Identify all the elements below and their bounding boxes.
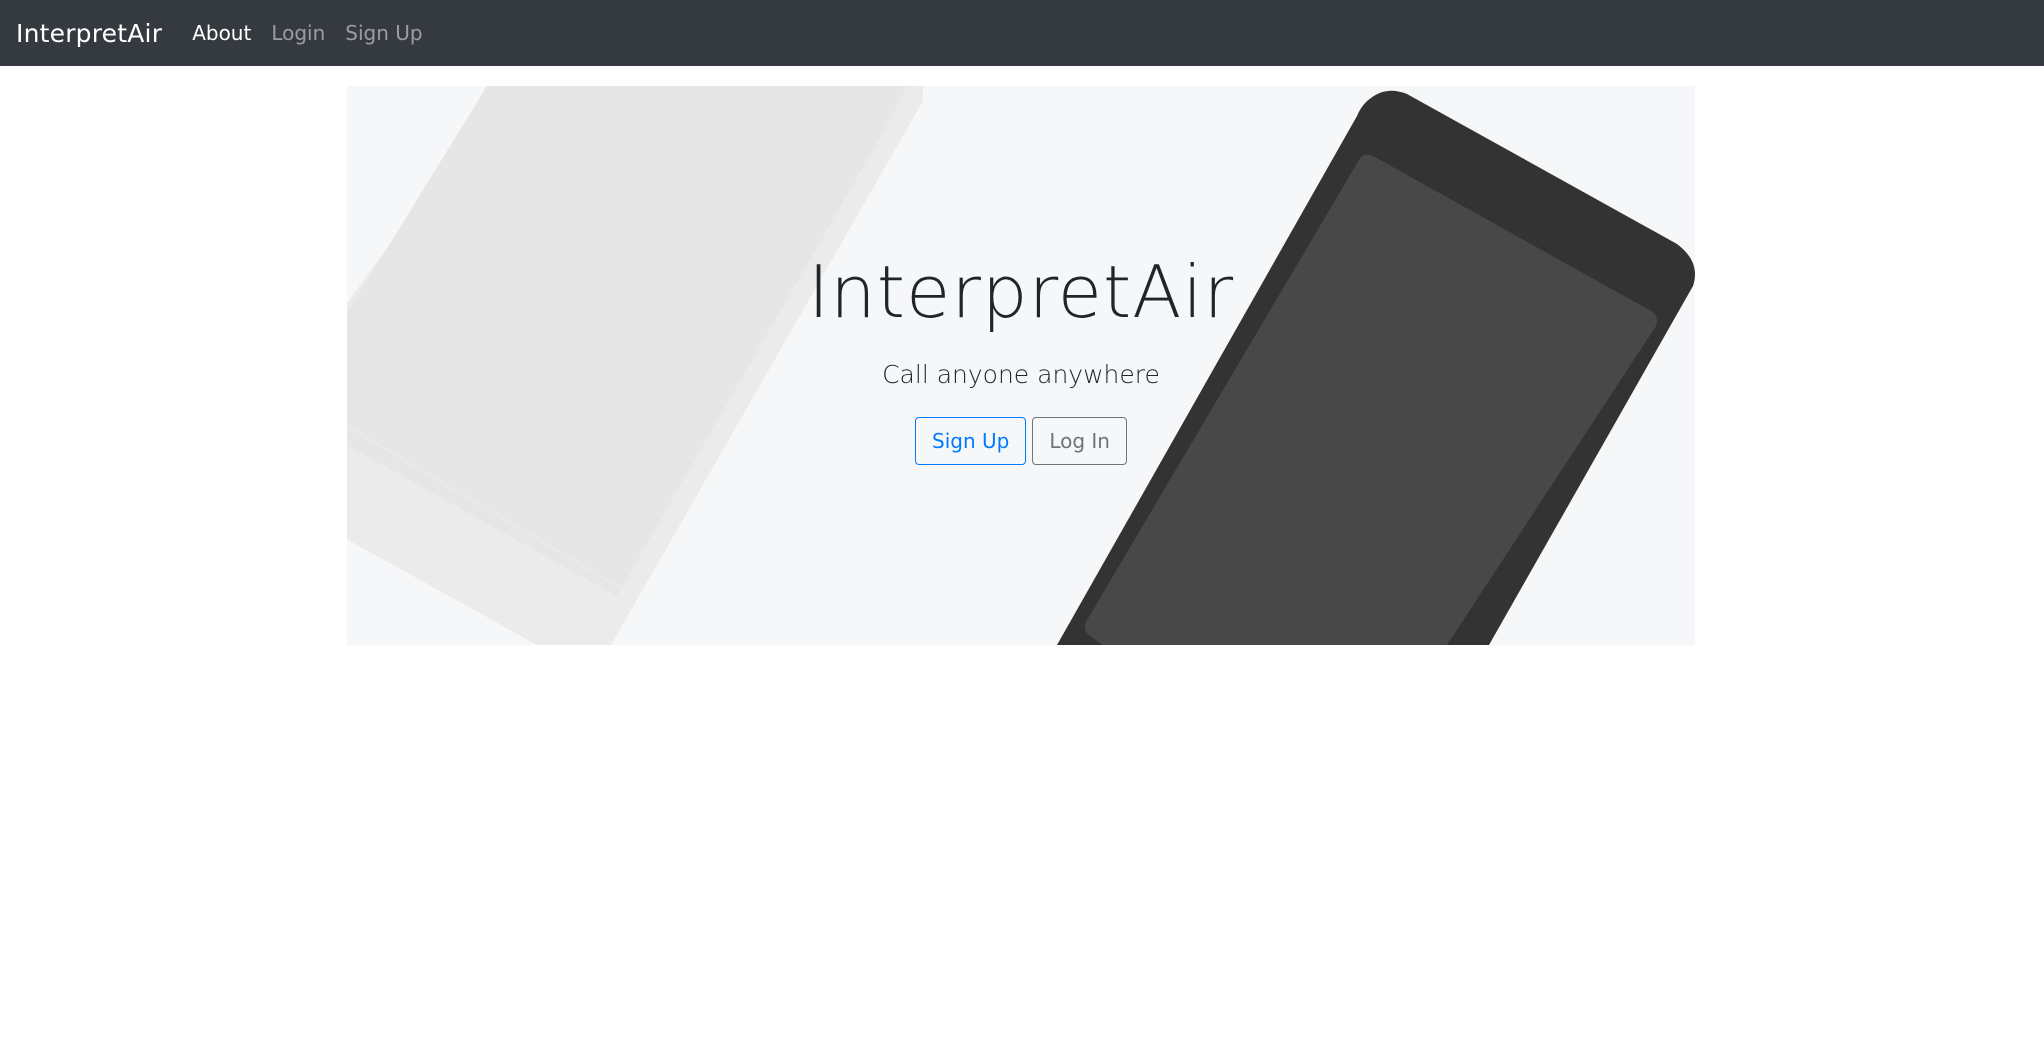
nav-link-signup[interactable]: Sign Up [345,21,422,45]
hero-title: InterpretAir [807,250,1235,334]
top-navbar: InterpretAir About Login Sign Up [0,0,2044,66]
signup-button[interactable]: Sign Up [915,417,1027,465]
login-button[interactable]: Log In [1032,417,1127,465]
nav-link-about[interactable]: About [192,21,251,45]
hero-jumbotron: InterpretAir Call anyone anywhere Sign U… [347,86,1695,645]
hero-content: InterpretAir Call anyone anywhere Sign U… [347,86,1695,645]
navbar-brand[interactable]: InterpretAir [16,19,162,48]
nav-link-login[interactable]: Login [271,21,325,45]
hero-subtitle: Call anyone anywhere [882,360,1160,389]
hero-button-group: Sign Up Log In [347,417,1695,465]
